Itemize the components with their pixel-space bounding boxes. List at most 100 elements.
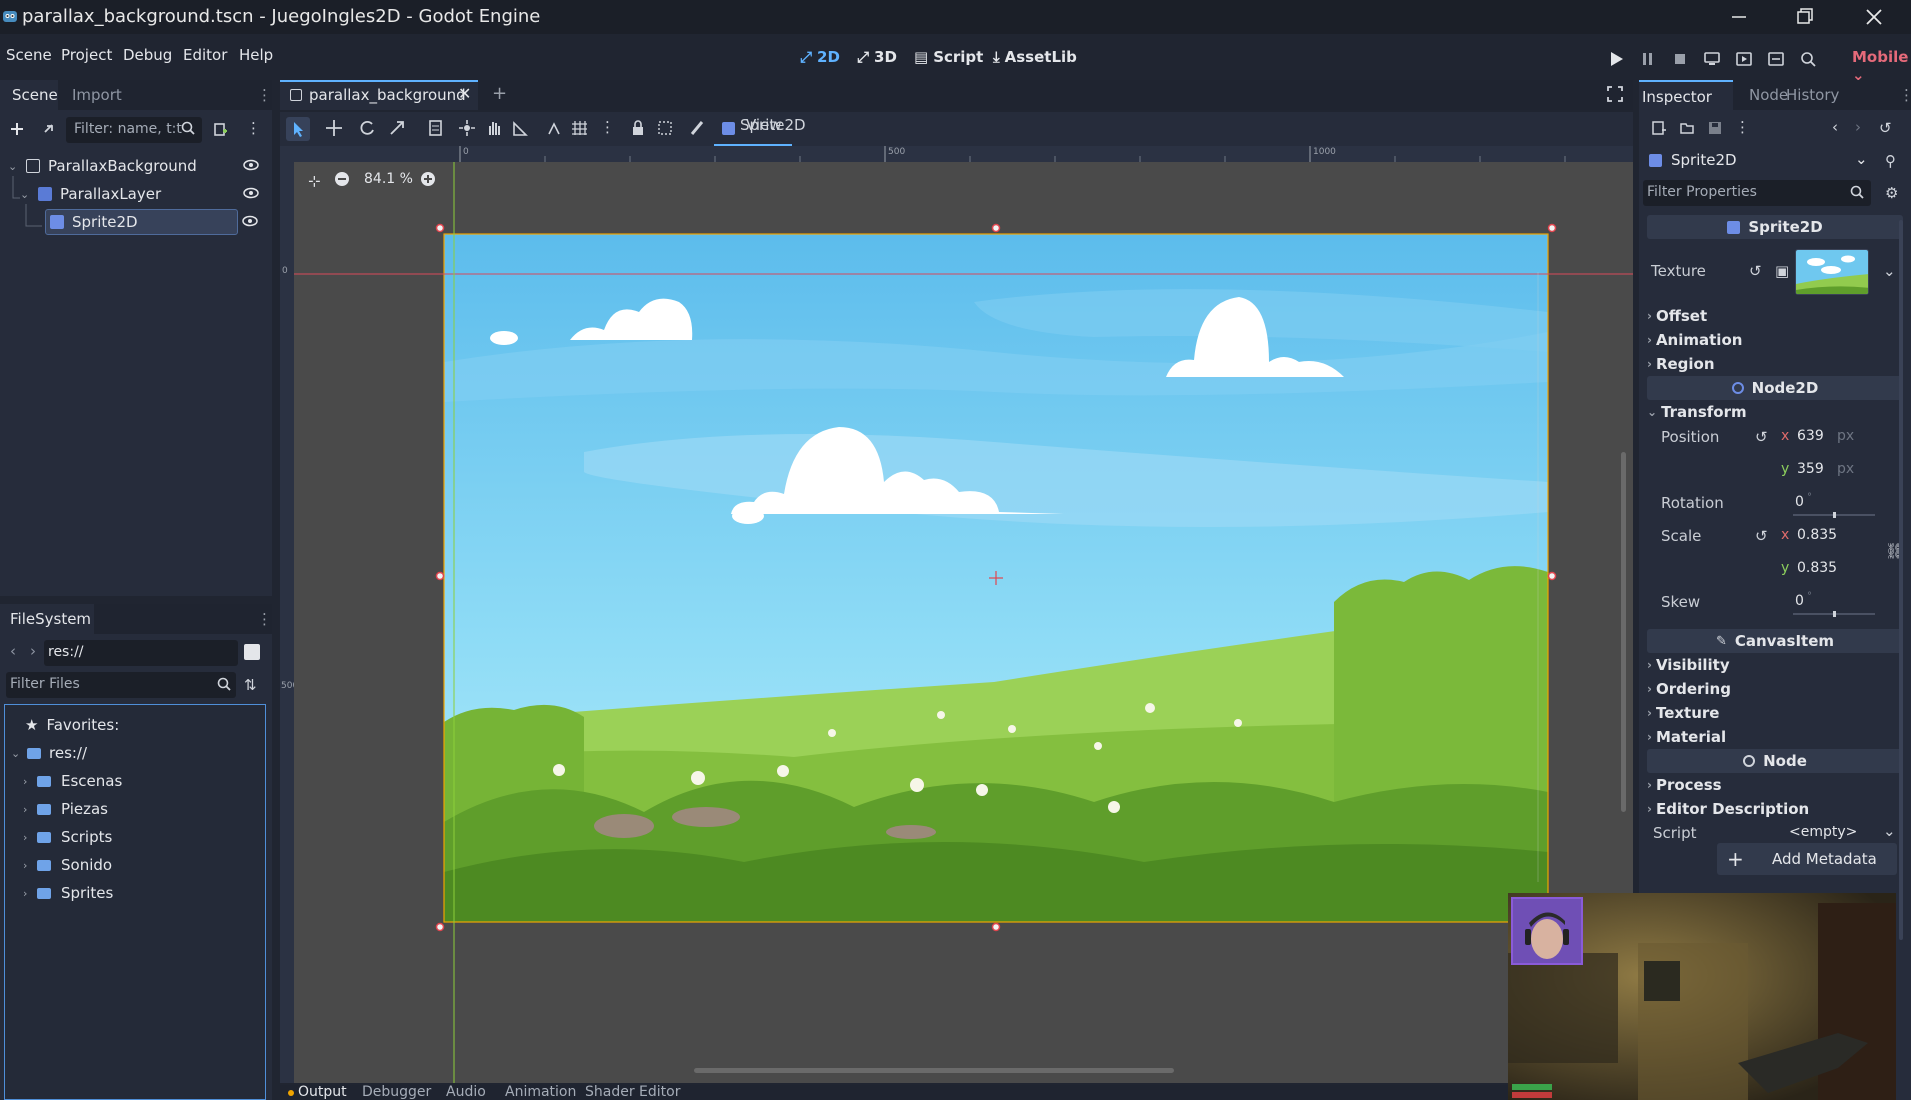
expand-arrow-icon[interactable]: › — [23, 831, 37, 844]
restore-icon[interactable] — [1790, 4, 1818, 30]
minimize-icon[interactable] — [1724, 4, 1752, 30]
scene-filter-input[interactable]: Filter: name, t:t — [66, 117, 202, 143]
menu-editor[interactable]: Editor — [183, 46, 227, 64]
open-resource-icon[interactable] — [1679, 120, 1695, 136]
skew-slider-handle[interactable] — [1833, 611, 1836, 617]
position-x-field[interactable]: x 639 px — [1775, 424, 1877, 450]
lock-icon[interactable] — [629, 118, 647, 138]
list-select-icon[interactable] — [427, 118, 445, 138]
filter-properties-input[interactable]: Filter Properties — [1643, 180, 1871, 206]
menu-help[interactable]: Help — [239, 46, 273, 64]
visibility-eye-icon[interactable] — [242, 185, 260, 201]
rotate-mode-icon[interactable] — [358, 118, 376, 138]
tree-node-sprite2d[interactable]: Sprite2D — [45, 209, 238, 235]
section-texture[interactable]: › Texture — [1647, 701, 1719, 725]
section-ordering[interactable]: › Ordering — [1647, 677, 1731, 701]
distraction-free-icon[interactable] — [1606, 85, 1624, 103]
rotation-field[interactable]: 0 ° — [1789, 490, 1889, 518]
tab-scene[interactable]: Scene — [0, 80, 58, 110]
tab-import[interactable]: Import — [72, 86, 122, 104]
scale-y-field[interactable]: y 0.835 — [1775, 556, 1877, 582]
attach-script-icon[interactable] — [209, 118, 231, 140]
workspace-assetlib-button[interactable]: ⤓ AssetLib — [993, 48, 1077, 66]
folder-row[interactable]: › Sonido — [23, 851, 112, 879]
node-docs-icon[interactable]: ⚲ — [1885, 152, 1896, 170]
section-animation[interactable]: › Animation — [1647, 328, 1742, 352]
save-resource-icon[interactable] — [1707, 120, 1723, 136]
stop-icon[interactable] — [1670, 49, 1690, 69]
play-custom-scene-icon[interactable] — [1766, 49, 1786, 69]
history-back-icon[interactable]: ‹ — [1832, 118, 1838, 136]
expand-arrow-icon[interactable]: › — [23, 887, 37, 900]
chevron-down-icon[interactable]: ⌄ — [1883, 262, 1896, 280]
visibility-eye-icon[interactable] — [242, 157, 260, 173]
folder-row[interactable]: › Escenas — [23, 767, 122, 795]
close-window-icon[interactable] — [1860, 4, 1888, 30]
snap-options-icon[interactable]: ⋮ — [600, 118, 615, 136]
forward-arrow-icon[interactable]: › — [30, 642, 36, 660]
close-tab-icon[interactable]: ✕ — [458, 84, 471, 103]
dock-menu-icon[interactable]: ⋮ — [257, 86, 272, 104]
tree-node-parallaxlayer[interactable]: ⌄ ParallaxLayer — [20, 181, 266, 207]
scene-more-icon[interactable]: ⋮ — [246, 119, 261, 137]
folder-row[interactable]: › Piezas — [23, 795, 108, 823]
expand-arrow-icon[interactable]: ⌄ — [11, 747, 27, 760]
section-transform[interactable]: ⌄ Transform — [1647, 400, 1747, 424]
vertical-scrollbar[interactable] — [1621, 452, 1626, 812]
tab-debugger[interactable]: Debugger — [362, 1085, 431, 1100]
tab-output[interactable]: Output — [298, 1085, 347, 1100]
new-resource-icon[interactable] — [1651, 120, 1667, 136]
revert-icon[interactable]: ↺ — [1755, 527, 1768, 545]
add-metadata-button[interactable]: + Add Metadata — [1717, 843, 1897, 875]
property-options-icon[interactable]: ⚙ — [1885, 184, 1898, 202]
scale-mode-icon[interactable] — [388, 118, 406, 138]
tab-animation[interactable]: Animation — [505, 1085, 576, 1100]
expand-arrow-icon[interactable]: › — [23, 859, 37, 872]
object-selector[interactable]: Sprite2D ⌄ — [1643, 148, 1875, 174]
section-editor-description[interactable]: › Editor Description — [1647, 797, 1809, 821]
section-material[interactable]: › Material — [1647, 725, 1726, 749]
canvas-viewport[interactable]: ⊹ 84.1 % — [294, 162, 1633, 1083]
section-offset[interactable]: › Offset — [1647, 304, 1707, 328]
folder-row[interactable]: › Sprites — [23, 879, 113, 907]
favorites-row[interactable]: ★ Favorites: — [25, 711, 119, 739]
expand-arrow-icon[interactable]: › — [23, 803, 37, 816]
group-icon[interactable] — [656, 118, 674, 138]
sort-icon[interactable]: ⇅ — [244, 676, 257, 694]
menu-project[interactable]: Project — [61, 46, 112, 64]
resource-menu-icon[interactable]: ⋮ — [1735, 118, 1750, 136]
zoom-in-icon[interactable] — [420, 171, 436, 187]
section-region[interactable]: › Region — [1647, 352, 1715, 376]
section-process[interactable]: › Process — [1647, 773, 1722, 797]
zoom-level[interactable]: 84.1 % — [364, 171, 413, 187]
play-scene-icon[interactable] — [1734, 49, 1754, 69]
back-arrow-icon[interactable]: ‹ — [10, 642, 16, 660]
position-y-field[interactable]: y 359 px — [1775, 457, 1877, 483]
play-icon[interactable] — [1606, 49, 1626, 69]
sprite2d-menu[interactable]: Sprite2D — [714, 112, 806, 146]
add-node-icon[interactable] — [6, 118, 28, 140]
filesystem-filter-input[interactable]: Filter Files — [6, 672, 236, 698]
history-forward-icon[interactable]: › — [1855, 118, 1861, 136]
ruler-mode-icon[interactable] — [511, 118, 529, 138]
revert-icon[interactable]: ↺ — [1749, 262, 1762, 280]
scene-tab-parallax[interactable]: parallax_background ✕ — [280, 80, 478, 110]
instance-scene-icon[interactable] — [38, 118, 60, 140]
tab-filesystem[interactable]: FileSystem — [0, 604, 94, 634]
remote-debug-icon[interactable] — [1702, 49, 1722, 69]
move-mode-icon[interactable] — [325, 118, 343, 138]
object-history-icon[interactable]: ↺ — [1879, 119, 1892, 137]
smart-snap-icon[interactable] — [545, 118, 563, 138]
menu-scene[interactable]: Scene — [6, 46, 52, 64]
tab-history[interactable]: History — [1786, 86, 1839, 104]
workspace-3d-button[interactable]: ⤢ 3D — [857, 48, 897, 66]
tab-audio[interactable]: Audio — [446, 1085, 486, 1100]
horizontal-scrollbar[interactable] — [694, 1068, 1174, 1073]
tab-node[interactable]: Node — [1749, 86, 1788, 104]
pan-mode-icon[interactable] — [485, 118, 503, 138]
select-mode-icon[interactable] — [286, 117, 310, 141]
dock-menu-icon[interactable]: ⋮ — [257, 610, 272, 628]
res-root-row[interactable]: ⌄ res:// — [11, 739, 87, 767]
expand-arrow-icon[interactable]: ⌄ — [8, 160, 26, 173]
expand-arrow-icon[interactable]: › — [23, 775, 37, 788]
